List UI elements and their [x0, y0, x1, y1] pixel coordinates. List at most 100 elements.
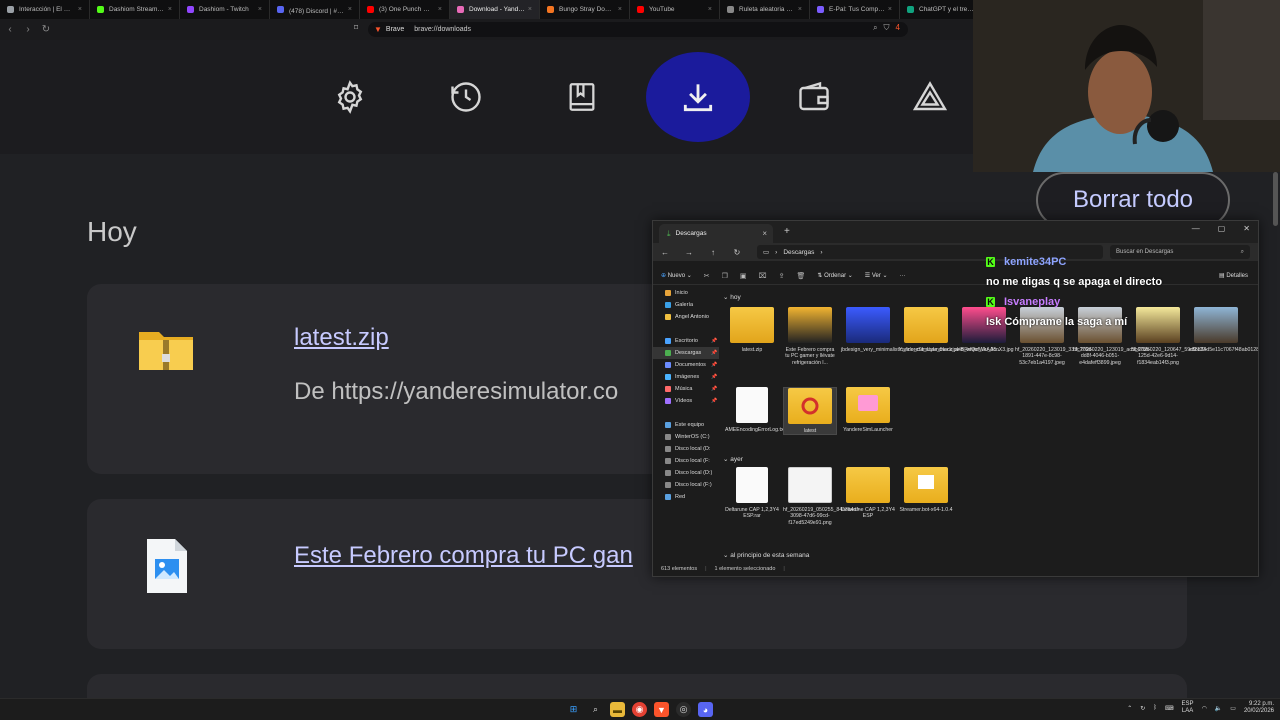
sync-icon[interactable]: ↻ [1140, 705, 1145, 712]
explorer-tab[interactable]: ⤓ Descargas × [659, 224, 773, 243]
tray-chevron-icon[interactable]: ⌃ [1127, 705, 1132, 712]
sidebar-item[interactable]: Red [653, 491, 719, 503]
file-item[interactable]: AMEEncodingErrorLog.txt [725, 387, 785, 433]
volume-icon[interactable]: 🔈 [1215, 705, 1222, 712]
close-window-icon[interactable]: ✕ [1243, 224, 1250, 233]
group-header-yesterday[interactable]: ⌄ ayer [723, 455, 743, 463]
browser-tab[interactable]: E-Pal: Tus Compañeros× [810, 0, 900, 19]
sidebar-item[interactable]: Este equipo [653, 419, 719, 431]
sidebar-item[interactable]: Descargas 📌 [653, 347, 719, 359]
sidebar-item[interactable]: Música 📌 [653, 383, 719, 395]
browser-tab[interactable]: Download - Yandere Sim× [450, 0, 540, 19]
close-tab-icon[interactable]: × [438, 6, 442, 13]
delete-icon[interactable]: 🗑 [796, 272, 805, 280]
sidebar-item[interactable]: Documentos 📌 [653, 359, 719, 371]
downloads-icon[interactable] [646, 52, 750, 142]
new-button[interactable]: ⊕ Nuevo ⌄ [661, 272, 692, 279]
sidebar-item[interactable]: Angel Antonio [653, 311, 719, 323]
rewards-badge[interactable]: 4 [896, 23, 900, 33]
file-item[interactable]: YandereSimLauncher.zip [899, 307, 957, 353]
start-icon[interactable]: ⊞ [566, 702, 581, 717]
obs-icon[interactable]: ◎ [676, 702, 691, 717]
group-header-today[interactable]: ⌄ hoy [723, 293, 741, 301]
reload-icon[interactable]: ↻ [38, 22, 54, 38]
browser-tab[interactable]: Ruleta aleatoria online -× [720, 0, 810, 19]
chrome-icon[interactable]: ◉ [632, 702, 647, 717]
breadcrumb-item[interactable]: Descargas [783, 249, 814, 256]
browser-tab[interactable]: Dashiom - Twitch × [180, 0, 270, 19]
search-icon[interactable]: ⌕ [588, 702, 603, 717]
file-item[interactable]: Streamer.bot-x64-1.0.4 [899, 467, 953, 513]
download-filename-link[interactable]: Este Febrero compra tu PC gan [294, 542, 633, 570]
rewards-icon[interactable] [878, 52, 982, 142]
keyboard-icon[interactable]: ⌨ [1165, 705, 1174, 712]
file-item[interactable]: Este Febrero compra tu PC gamer y llévat… [783, 307, 837, 366]
sidebar-item[interactable]: Vídeos 📌 [653, 395, 719, 407]
close-tab-icon[interactable]: × [798, 6, 802, 13]
back-arrow-icon[interactable]: ← [653, 248, 677, 257]
sidebar-item[interactable]: Imágenes 📌 [653, 371, 719, 383]
file-item[interactable]: latest [783, 387, 837, 436]
view-button[interactable]: ☰ Ver ⌄ [865, 272, 888, 279]
forward-arrow-icon[interactable]: → [677, 248, 701, 257]
file-item[interactable]: latest.zip [725, 307, 779, 353]
browser-tab[interactable]: (3) One Punch Man OST× [360, 0, 450, 19]
bluetooth-icon[interactable]: ᛒ [1153, 705, 1157, 711]
file-item[interactable]: YandereSimLauncher [841, 387, 895, 433]
group-header-earlier[interactable]: ⌄ al principio de esta semana [723, 551, 809, 559]
file-explorer-icon[interactable]: ▬ [610, 702, 625, 717]
paste-icon[interactable]: ▣ [740, 272, 747, 280]
sidebar-item[interactable]: Disco local (D:) [653, 467, 719, 479]
close-tab-icon[interactable]: × [618, 6, 622, 13]
clock[interactable]: 9:22 p.m. 20/02/2026 [1244, 701, 1274, 715]
rename-icon[interactable]: ⌧ [759, 272, 767, 280]
browser-tab[interactable]: YouTube × [630, 0, 720, 19]
sidebar-item[interactable]: Disco local (F: [653, 455, 719, 467]
bookmarks-icon[interactable] [530, 52, 634, 142]
close-tab-icon[interactable]: × [762, 229, 767, 238]
history-icon[interactable] [414, 52, 518, 142]
cut-icon[interactable]: ✂ [704, 272, 710, 280]
file-item[interactable]: hf_20260219_050255_84a3a4df-3098-47d6-99… [783, 467, 860, 526]
sidebar-item[interactable]: Disco local (D: [653, 443, 719, 455]
language-indicator[interactable]: ESP LAA [1182, 701, 1194, 715]
sidebar-item[interactable]: WinterOS (C:) [653, 431, 719, 443]
file-item[interactable]: e8bd24d5e11c7067f48ab01288a2c8.webp [1189, 307, 1258, 353]
shields-icon[interactable]: ⛉ [884, 23, 890, 33]
battery-icon[interactable]: ▭ [1230, 705, 1236, 712]
settings-icon[interactable] [298, 52, 402, 142]
brave-shield-icon[interactable]: ▼ [374, 25, 382, 34]
browser-tab[interactable]: Bungo Stray Dogs en Es× [540, 0, 630, 19]
close-tab-icon[interactable]: × [168, 6, 172, 13]
close-tab-icon[interactable]: × [258, 6, 262, 13]
minimize-icon[interactable]: — [1192, 224, 1200, 233]
sidebar-item[interactable]: Inicio [653, 287, 719, 299]
browser-tab[interactable]: (478) Discord | #|·卍·su× [270, 0, 360, 19]
zoom-icon[interactable]: ⌕ [873, 23, 877, 33]
close-tab-icon[interactable]: × [348, 6, 352, 13]
wallet-icon[interactable] [762, 52, 866, 142]
share-icon[interactable]: ⇪ [779, 272, 785, 280]
close-tab-icon[interactable]: × [528, 6, 532, 13]
bookmark-icon[interactable]: ⌑ [354, 23, 358, 32]
wifi-icon[interactable]: ◠ [1202, 705, 1207, 712]
new-tab-icon[interactable]: + [784, 226, 790, 237]
page-scrollbar[interactable] [1273, 172, 1278, 226]
brave-icon[interactable]: ▼ [654, 702, 669, 717]
browser-tab[interactable]: Interacción | El mejor sc× [0, 0, 90, 19]
sidebar-item[interactable]: Escritorio 📌 [653, 335, 719, 347]
sidebar-item[interactable]: Disco local (F:) [653, 479, 719, 491]
browser-tab[interactable]: Dashiom Stream - Watc× [90, 0, 180, 19]
close-tab-icon[interactable]: × [708, 6, 712, 13]
discord-icon[interactable]: ◕ [698, 702, 713, 717]
more-icon[interactable]: ··· [900, 273, 906, 279]
sort-button[interactable]: ⇅ Ordenar ⌄ [817, 272, 852, 279]
forward-icon[interactable]: › [20, 22, 36, 38]
file-item[interactable]: Deltarune CAP 1,2,3Y4 ESP.rar [725, 467, 779, 520]
download-filename-link[interactable]: latest.zip [294, 324, 389, 352]
details-button[interactable]: ▤ Detalles [1219, 272, 1248, 279]
address-bar[interactable]: ▼ Brave brave://downloads ⌕ ⛉ 4 [368, 22, 908, 37]
close-tab-icon[interactable]: × [78, 6, 82, 13]
copy-icon[interactable]: ❐ [722, 272, 728, 280]
back-icon[interactable]: ‹ [2, 22, 18, 38]
